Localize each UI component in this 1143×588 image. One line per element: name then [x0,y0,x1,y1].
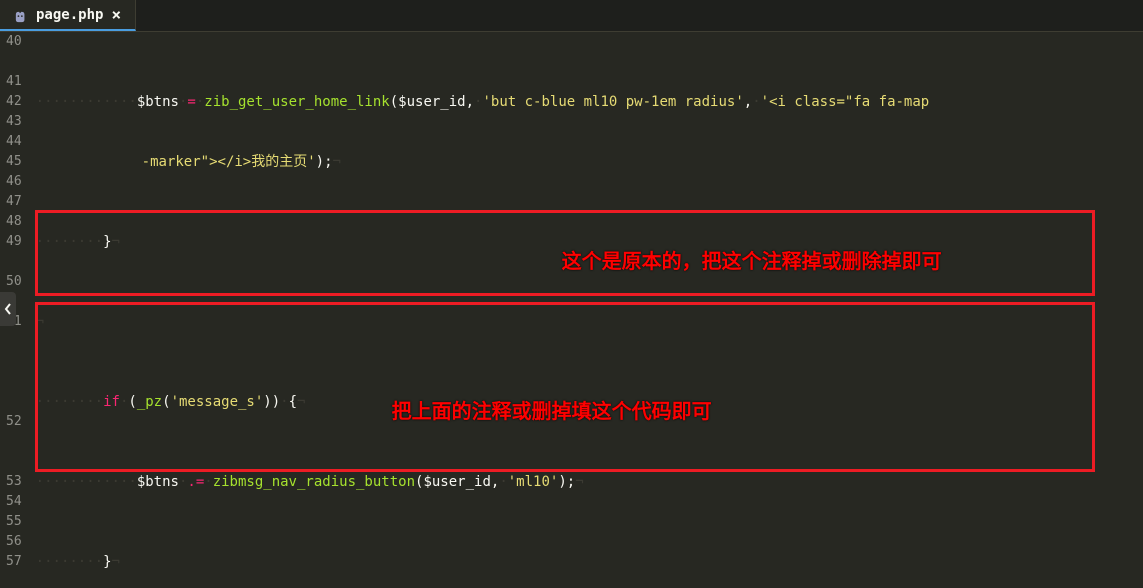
line-number: 57 [6,552,22,572]
line-number: 45 [6,152,22,172]
line-number: 40 [6,32,22,52]
tab-bar: page.php × [0,0,1143,32]
code-editor: page.php × 40 41 42 43 44 45 46 47 48 49… [0,0,1143,588]
line-number: 43 [6,112,22,132]
line-number: 53 [6,472,22,492]
active-tab[interactable]: page.php × [0,0,136,31]
annotation-box-1 [35,210,1095,296]
sidebar-collapse-handle[interactable] [0,292,16,326]
line-number: 41 [6,72,22,92]
line-number: 50 [6,272,22,292]
line-number: 48 [6,212,22,232]
php-icon [14,9,28,21]
close-icon[interactable]: × [111,5,121,25]
line-number: 56 [6,532,22,552]
tab-filename: page.php [36,5,103,25]
code-content[interactable]: ············$btns·=·zib_get_user_home_li… [32,32,1143,588]
line-number: 49 [6,232,22,252]
line-number: 52 [6,412,22,432]
line-number: 55 [6,512,22,532]
line-number: 44 [6,132,22,152]
annotation-text-1: 这个是原本的，把这个注释掉或删除掉即可 [562,252,942,272]
line-number: 47 [6,192,22,212]
line-number: 46 [6,172,22,192]
line-number: 54 [6,492,22,512]
line-number: 42 [6,92,22,112]
